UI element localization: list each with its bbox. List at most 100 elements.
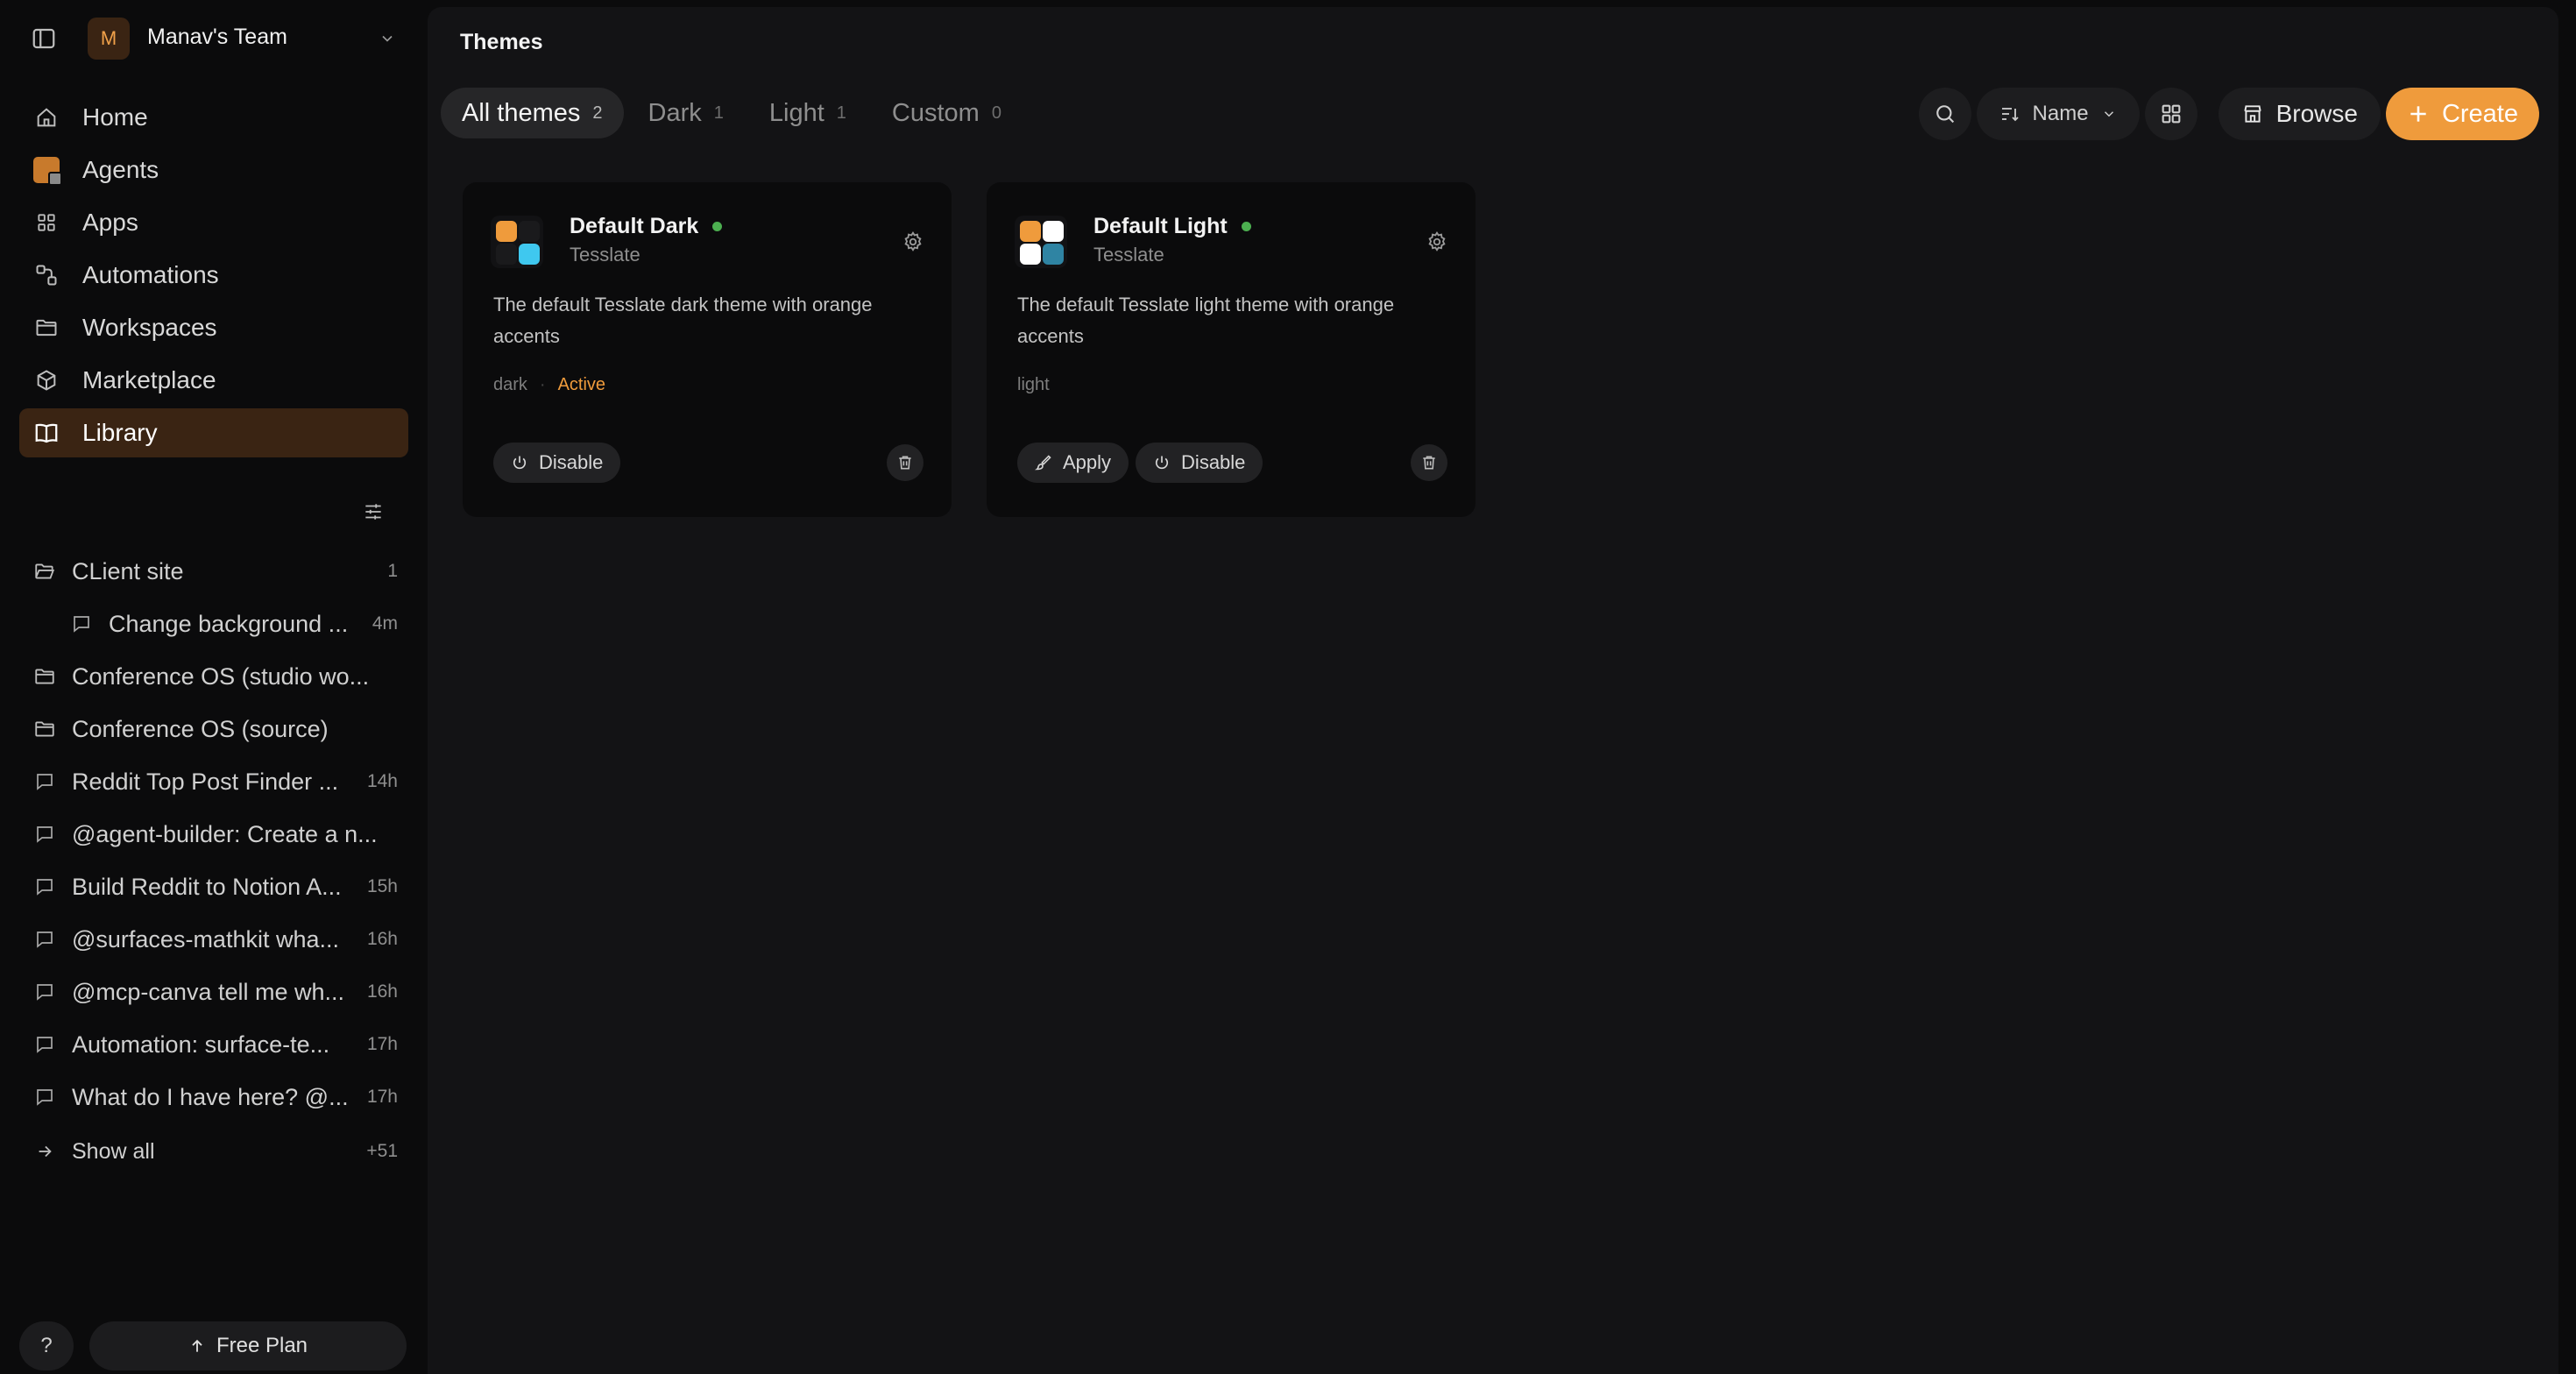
list-item-label: Build Reddit to Notion A... [72, 873, 342, 900]
list-item[interactable]: @agent-builder: Create a n... [19, 808, 408, 861]
theme-filter-tabs: All themes 2 Dark 1 Light 1 Custom 0 [441, 88, 1026, 138]
upgrade-plan-button[interactable]: Free Plan [89, 1321, 407, 1370]
theme-author: Tesslate [1093, 244, 1164, 266]
help-button[interactable]: ? [19, 1321, 74, 1370]
list-item[interactable]: Change background ... 4m [19, 598, 408, 650]
browse-button[interactable]: Browse [2218, 88, 2381, 140]
chat-icon [32, 874, 58, 900]
nav-item-library[interactable]: Library [19, 408, 408, 457]
sidebar-header: M Manav's Team [0, 0, 428, 77]
list-item[interactable]: What do I have here? @... 17h [19, 1071, 408, 1123]
tab-dark[interactable]: Dark 1 [627, 88, 745, 138]
page-title: Themes [460, 30, 543, 54]
chevron-down-icon[interactable] [375, 26, 400, 51]
apply-button[interactable]: Apply [1017, 443, 1129, 483]
sort-label: Name [2032, 102, 2089, 125]
sidebar-footer: ? Free Plan [0, 1320, 428, 1372]
nav-item-label: Marketplace [82, 366, 216, 393]
theme-cards-grid: Default Dark Tesslate The default Tessla… [463, 182, 1476, 517]
sidebar-toggle-icon[interactable] [28, 23, 60, 54]
home-icon [32, 103, 61, 132]
list-item[interactable]: CLient site 1 [19, 545, 408, 598]
list-item-label: Conference OS (source) [72, 715, 329, 742]
folder-open-icon [32, 558, 58, 584]
theme-description: The default Tesslate light theme with or… [1017, 294, 1395, 347]
gear-icon[interactable] [1423, 228, 1451, 256]
show-all-count: +51 [366, 1141, 398, 1161]
list-item-meta: 17h [366, 1034, 398, 1054]
nav-item-automations[interactable]: Automations [19, 251, 408, 300]
list-item[interactable]: @mcp-canva tell me wh... 16h [19, 966, 408, 1018]
theme-tags: dark · Active [493, 375, 605, 395]
theme-tag: dark [493, 375, 527, 394]
power-icon [511, 454, 528, 471]
tab-label: Light [768, 98, 824, 127]
chat-icon [32, 768, 58, 795]
theme-card[interactable]: Default Dark Tesslate The default Tessla… [463, 182, 952, 517]
chat-icon [32, 1031, 58, 1058]
list-item[interactable]: Conference OS (studio wo... [19, 650, 408, 703]
nav-item-workspaces[interactable]: Workspaces [19, 303, 408, 352]
tab-all-themes[interactable]: All themes 2 [441, 88, 624, 138]
nav-item-marketplace[interactable]: Marketplace [19, 356, 408, 405]
list-item[interactable]: Automation: surface-te... 17h [19, 1018, 408, 1071]
list-item-label: Conference OS (studio wo... [72, 662, 370, 690]
list-item-label: CLient site [72, 557, 184, 584]
list-item-label: Automation: surface-te... [72, 1030, 330, 1058]
search-icon [1933, 102, 1957, 126]
automations-icon [32, 260, 61, 290]
nav-item-agents[interactable]: Agents [19, 145, 408, 195]
tab-custom[interactable]: Custom 0 [871, 88, 1023, 138]
create-button[interactable]: Create [2385, 88, 2539, 140]
arrow-up-icon [188, 1337, 206, 1355]
status-dot [712, 222, 723, 231]
list-item-label: @agent-builder: Create a n... [72, 820, 378, 847]
team-avatar[interactable]: M [88, 18, 130, 60]
tab-label: All themes [462, 98, 581, 127]
list-item[interactable]: Reddit Top Post Finder ... 14h [19, 755, 408, 808]
theme-swatch-icon [1015, 216, 1067, 268]
active-status-badge: Active [557, 375, 606, 394]
search-button[interactable] [1918, 88, 1971, 140]
list-item[interactable]: @surfaces-mathkit wha... 16h [19, 913, 408, 966]
filter-sliders-icon[interactable] [357, 496, 389, 528]
nav-item-apps[interactable]: Apps [19, 198, 408, 247]
tab-label: Dark [648, 98, 702, 127]
list-item-meta: 16h [366, 981, 398, 1002]
status-dot [1241, 222, 1251, 231]
theme-description: The default Tesslate dark theme with ora… [493, 294, 873, 347]
theme-name-text: Default Dark [570, 214, 699, 238]
plan-label: Free Plan [216, 1334, 308, 1357]
list-item[interactable]: Conference OS (source) [19, 703, 408, 755]
gear-icon[interactable] [899, 228, 927, 256]
sidebar: M Manav's Team Home Agents Apps Automati… [0, 0, 428, 1374]
list-item-meta: 14h [366, 771, 398, 791]
tab-light[interactable]: Light 1 [748, 88, 867, 138]
chevron-down-icon [2101, 106, 2117, 122]
list-item[interactable]: Build Reddit to Notion A... 15h [19, 861, 408, 913]
cube-icon [32, 365, 61, 395]
disable-label: Disable [539, 451, 604, 473]
book-icon [32, 418, 61, 448]
nav-item-label: Library [82, 419, 158, 446]
theme-tags: light [1017, 375, 1050, 395]
delete-button[interactable] [887, 444, 924, 481]
grid-view-button[interactable] [2144, 88, 2197, 140]
sort-icon [1999, 103, 2020, 124]
team-name[interactable]: Manav's Team [147, 25, 287, 50]
list-item-meta: 1 [387, 561, 398, 581]
nav-item-home[interactable]: Home [19, 93, 408, 142]
list-item-label: @mcp-canva tell me wh... [72, 978, 345, 1005]
toolbar: Name Browse Create [1914, 88, 2539, 140]
theme-card[interactable]: Default Light Tesslate The default Tessl… [987, 182, 1476, 517]
list-item-label: What do I have here? @... [72, 1083, 349, 1110]
tab-label: Custom [891, 98, 980, 127]
plus-icon [2407, 103, 2430, 125]
delete-button[interactable] [1411, 444, 1447, 481]
sort-dropdown[interactable]: Name [1976, 88, 2140, 140]
apply-label: Apply [1063, 451, 1112, 473]
show-all-link[interactable]: Show all +51 [19, 1123, 408, 1179]
disable-button[interactable]: Disable [1136, 443, 1263, 483]
theme-name: Default Dark [570, 214, 723, 239]
disable-button[interactable]: Disable [493, 443, 621, 483]
